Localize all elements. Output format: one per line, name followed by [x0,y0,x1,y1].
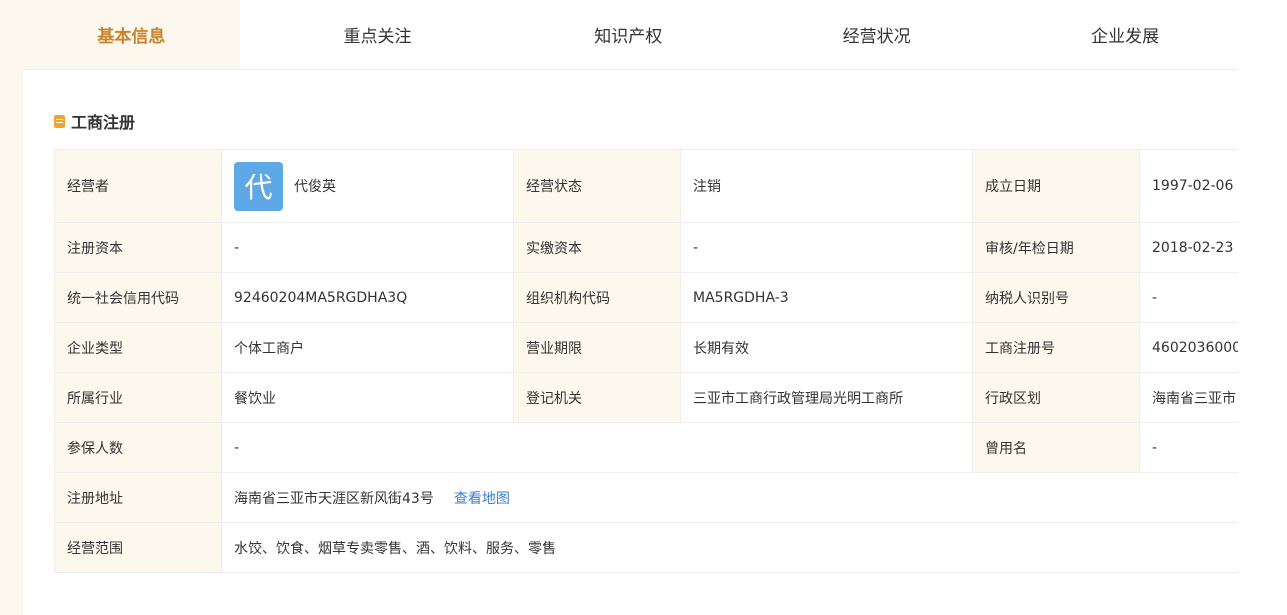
type-label: 企业类型 [54,322,222,373]
operator-cell: 代 代俊英 [221,149,514,223]
table-row: 企业类型 个体工商户 营业期限 长期有效 工商注册号 4602036000 [54,322,1238,373]
audit-date-label: 审核/年检日期 [972,222,1140,273]
authority-value: 三亚市工商行政管理局光明工商所 [680,372,973,423]
tab-intellectual-property[interactable]: 知识产权 [515,0,741,69]
founded-label: 成立日期 [972,149,1140,223]
term-value: 长期有效 [680,322,973,373]
table-row: 注册地址 海南省三亚市天涯区新风街43号 查看地图 [54,472,1238,523]
region-value: 海南省三亚市 [1139,372,1238,423]
table-row: 经营者 代 代俊英 经营状态 注销 成立日期 1997-02-06 [54,149,1238,223]
term-label: 营业期限 [513,322,681,373]
insured-value: - [221,422,973,473]
status-value: 注销 [680,149,973,223]
taxpayer-label: 纳税人识别号 [972,272,1140,323]
founded-value: 1997-02-06 [1139,149,1238,223]
tab-basic-info[interactable]: 基本信息 [23,0,240,69]
operator-name[interactable]: 代俊英 [294,176,336,196]
org-code-value: MA5RGDHA-3 [680,272,973,323]
industry-label: 所属行业 [54,372,222,423]
credit-code-label: 统一社会信用代码 [54,272,222,323]
paid-capital-label: 实缴资本 [513,222,681,273]
view-map-link[interactable]: 查看地图 [454,491,510,507]
main-content: 基本信息 重点关注 知识产权 经营状况 企业发展 工商注册 经营者 代 代俊英 [23,0,1238,615]
table-row: 所属行业 餐饮业 登记机关 三亚市工商行政管理局光明工商所 行政区划 海南省三亚… [54,372,1238,423]
scope-label: 经营范围 [54,522,222,573]
reg-capital-value: - [221,222,514,273]
tab-enterprise-development[interactable]: 企业发展 [1012,0,1238,69]
address-label: 注册地址 [54,472,222,523]
table-row: 统一社会信用代码 92460204MA5RGDHA3Q 组织机构代码 MA5RG… [54,272,1238,323]
operator-label: 经营者 [54,149,222,223]
registration-table: 经营者 代 代俊英 经营状态 注销 成立日期 1997-02-06 注册资本 -… [54,149,1238,573]
paid-capital-value: - [680,222,973,273]
address-value: 海南省三亚市天涯区新风街43号 [234,490,434,507]
section-title-text: 工商注册 [71,113,136,132]
tab-business-status[interactable]: 经营状况 [741,0,1012,69]
reg-no-label: 工商注册号 [972,322,1140,373]
tab-key-focus[interactable]: 重点关注 [240,0,516,69]
status-label: 经营状态 [513,149,681,223]
insured-label: 参保人数 [54,422,222,473]
taxpayer-value: - [1139,272,1238,323]
reg-no-value: 4602036000 [1139,322,1238,373]
address-cell: 海南省三亚市天涯区新风街43号 查看地图 [221,472,1238,523]
audit-date-value: 2018-02-23 [1139,222,1238,273]
document-icon [54,114,65,128]
former-name-value: - [1139,422,1238,473]
page: 基本信息 重点关注 知识产权 经营状况 企业发展 工商注册 经营者 代 代俊英 [0,0,1287,615]
authority-label: 登记机关 [513,372,681,423]
left-strip [0,0,23,615]
industry-value: 餐饮业 [221,372,514,423]
former-name-label: 曾用名 [972,422,1140,473]
credit-code-value: 92460204MA5RGDHA3Q [221,272,514,323]
table-row: 经营范围 水饺、饮食、烟草专卖零售、酒、饮料、服务、零售 [54,522,1238,573]
table-row: 参保人数 - 曾用名 - [54,422,1238,473]
avatar: 代 [234,161,283,211]
section-title: 工商注册 [54,109,135,133]
region-label: 行政区划 [972,372,1140,423]
reg-capital-label: 注册资本 [54,222,222,273]
type-value: 个体工商户 [221,322,514,373]
scope-value: 水饺、饮食、烟草专卖零售、酒、饮料、服务、零售 [221,522,1238,573]
table-row: 注册资本 - 实缴资本 - 审核/年检日期 2018-02-23 [54,222,1238,273]
org-code-label: 组织机构代码 [513,272,681,323]
tab-bar: 基本信息 重点关注 知识产权 经营状况 企业发展 [23,0,1238,70]
